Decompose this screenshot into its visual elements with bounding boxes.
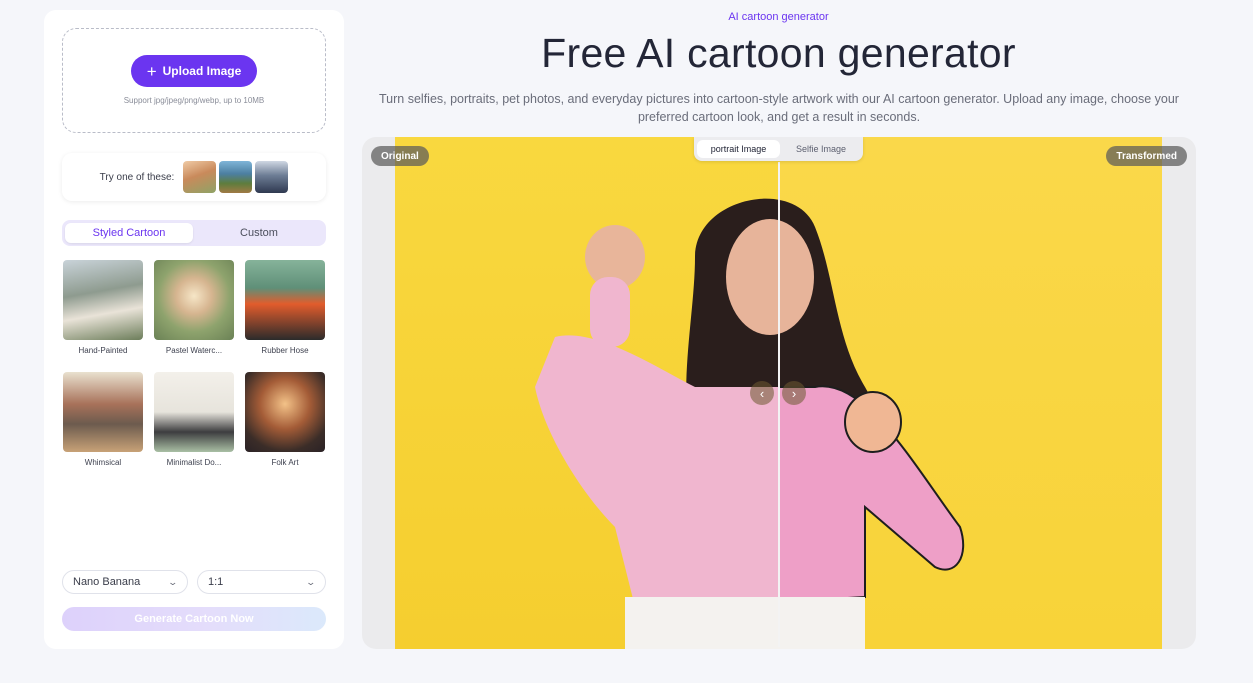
style-card-minimalist-doodle[interactable]: Minimalist Do... xyxy=(154,372,234,467)
style-card-pastel-watercolor[interactable]: Pastel Waterc... xyxy=(154,260,234,355)
chevron-left-icon[interactable]: ‹ xyxy=(750,381,774,405)
style-label: Rubber Hose xyxy=(261,346,309,355)
sample-image-thumbnail[interactable] xyxy=(219,161,253,193)
style-preview-image xyxy=(63,260,143,340)
sample-image-thumbnail[interactable] xyxy=(183,161,217,193)
tab-portrait-image[interactable]: portrait Image xyxy=(697,140,780,158)
model-select-value: Nano Banana xyxy=(73,576,141,588)
chevron-down-icon: ⌄ xyxy=(305,576,317,587)
aspect-ratio-value: 1:1 xyxy=(208,576,224,588)
settings-panel: + Upload Image Support jpg/jpeg/png/webp… xyxy=(44,10,344,649)
generate-cartoon-button[interactable]: Generate Cartoon Now xyxy=(62,607,326,631)
style-label: Pastel Waterc... xyxy=(165,346,223,355)
try-label: Try one of these: xyxy=(99,171,175,183)
style-label: Folk Art xyxy=(271,458,299,467)
original-badge: Original xyxy=(371,146,429,166)
example-type-toggle: portrait Image Selfie Image xyxy=(694,137,863,161)
style-label: Whimsical xyxy=(84,458,122,467)
aspect-ratio-select[interactable]: 1:1 ⌄ xyxy=(197,570,326,594)
compare-divider-line[interactable] xyxy=(778,162,780,647)
style-card-hand-painted[interactable]: Hand-Painted xyxy=(63,260,143,355)
sample-images-bar: Try one of these: xyxy=(62,153,326,201)
tab-styled-cartoon[interactable]: Styled Cartoon xyxy=(65,223,193,243)
page-description: Turn selfies, portraits, pet photos, and… xyxy=(379,92,1179,124)
chevron-down-icon: ⌄ xyxy=(167,576,179,587)
transformed-badge: Transformed xyxy=(1106,146,1187,166)
style-preview-image xyxy=(154,260,234,340)
style-preview-image xyxy=(245,372,325,452)
style-card-whimsical[interactable]: Whimsical xyxy=(63,372,143,467)
style-label: Minimalist Do... xyxy=(166,458,222,467)
style-preview-image xyxy=(63,372,143,452)
chevron-right-icon[interactable]: › xyxy=(782,381,806,405)
page-title: Free AI cartoon generator xyxy=(541,30,1016,76)
style-preview-image xyxy=(245,260,325,340)
style-label: Hand-Painted xyxy=(78,346,128,355)
style-card-rubber-hose[interactable]: Rubber Hose xyxy=(245,260,325,355)
eyebrow-label: AI cartoon generator xyxy=(728,11,829,23)
style-preview-image xyxy=(154,372,234,452)
mode-tabs: Styled Cartoon Custom xyxy=(62,220,326,246)
comparison-image xyxy=(395,137,1162,649)
tab-custom[interactable]: Custom xyxy=(195,223,323,243)
comparison-viewer: Original Transformed portrait Image Self… xyxy=(362,137,1196,649)
model-select[interactable]: Nano Banana ⌄ xyxy=(62,570,188,594)
upload-hint: Support jpg/jpeg/png/webp, up to 10MB xyxy=(123,96,265,105)
tab-selfie-image[interactable]: Selfie Image xyxy=(782,140,860,158)
style-card-folk-art[interactable]: Folk Art xyxy=(245,372,325,467)
sample-image-thumbnail[interactable] xyxy=(255,161,289,193)
